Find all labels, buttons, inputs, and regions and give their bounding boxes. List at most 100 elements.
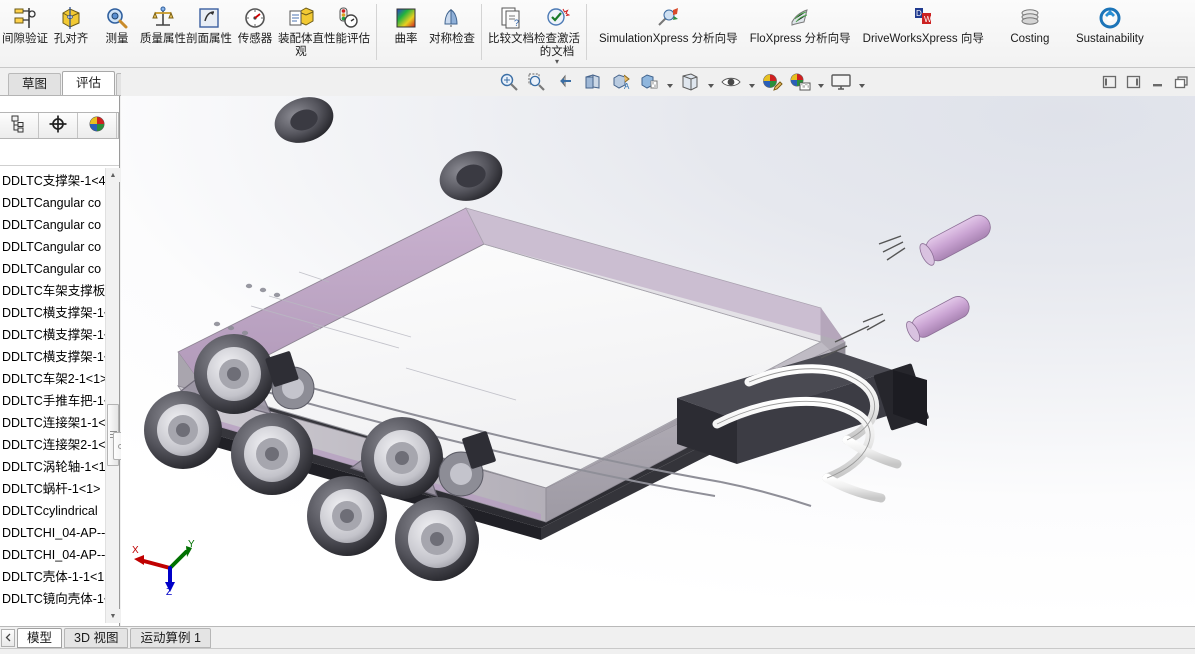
list-item[interactable]: DDLTC手推车把-1<: [0, 390, 105, 412]
solidworks-window: 间隙验证 孔对齐 测量 质量属性 剖面属性 传感器 装配体直观 性能评估 曲率 …: [0, 0, 1195, 654]
hide-show-items-button[interactable]: [677, 71, 703, 95]
tab-sketch[interactable]: 草图: [8, 73, 62, 95]
list-item[interactable]: DDLTC车架支撑板-: [0, 280, 105, 302]
view-settings-caret-icon[interactable]: [746, 71, 757, 95]
graphics-viewport[interactable]: X Y Z: [121, 96, 1195, 626]
curvature-button[interactable]: 曲率: [383, 2, 429, 62]
display-manager-tab[interactable]: [78, 113, 117, 138]
apply-scene-caret-icon[interactable]: [815, 71, 826, 95]
svg-text:A: A: [624, 82, 630, 91]
feature-tree-scrollbar[interactable]: ▲ ▼: [105, 168, 120, 623]
section-view-button[interactable]: [580, 71, 606, 95]
floxpress-button[interactable]: FloXpress 分析向导: [744, 2, 857, 62]
chevron-down-icon[interactable]: ▾: [555, 58, 559, 66]
list-item[interactable]: DDLTC蜗杆-1<1>: [0, 478, 105, 500]
sustainability-icon: [1097, 5, 1123, 31]
costing-icon: [1017, 5, 1043, 31]
tab-motion-study-1[interactable]: 运动算例 1: [130, 627, 211, 648]
list-item[interactable]: DDLTCHI_04-AP--: [0, 522, 105, 544]
hide-show-caret-icon[interactable]: [705, 71, 716, 95]
scroll-up-arrow[interactable]: ▲: [106, 168, 120, 182]
zoom-to-area-icon: [527, 72, 547, 95]
list-item[interactable]: DDLTC连接架2-1<: [0, 434, 105, 456]
clearance-verification-icon: [12, 5, 38, 31]
assembly-visualization-button[interactable]: 装配体直观: [278, 2, 324, 62]
display-style-caret-icon[interactable]: [664, 71, 675, 95]
clearance-verification-button[interactable]: 间隙验证: [2, 2, 48, 62]
scroll-left-icon: [4, 631, 13, 645]
tab-scroll-left-button[interactable]: [1, 628, 15, 647]
feature-tree-list[interactable]: DDLTC支撑架-1<4 DDLTCangular co DDLTCangula…: [0, 168, 105, 623]
list-item[interactable]: DDLTC壳体-1-1<1: [0, 566, 105, 588]
feature-manager-tree-icon: [9, 114, 29, 137]
section-properties-button[interactable]: 剖面属性: [186, 2, 232, 62]
feature-manager-tree-tab[interactable]: [0, 113, 39, 138]
display-style-button[interactable]: [636, 71, 662, 95]
list-item[interactable]: DDLTC涡轮轴-1<1: [0, 456, 105, 478]
ribbon-group-document-tools: ? 比较文档 检查激活的文档 ▾: [486, 0, 582, 68]
minimize-button[interactable]: [1147, 73, 1167, 93]
list-item[interactable]: DDLTCangular co: [0, 258, 105, 280]
cart-assembly-model: [144, 97, 991, 581]
sensor-label: 传感器: [237, 33, 273, 45]
performance-evaluation-button[interactable]: 性能评估: [324, 2, 370, 62]
measure-icon: [104, 5, 130, 31]
floxpress-icon: [787, 5, 813, 31]
ribbon-separator-3: [586, 4, 587, 60]
list-item[interactable]: DDLTC横支撑架-1<: [0, 324, 105, 346]
edit-appearance-button[interactable]: [759, 71, 785, 95]
list-item[interactable]: DDLTCangular co: [0, 192, 105, 214]
ribbon-group-evaluate-tools-2: 曲率 对称检查: [381, 0, 477, 68]
list-item[interactable]: DDLTC横支撑架-1<: [0, 302, 105, 324]
scroll-down-arrow[interactable]: ▼: [106, 609, 120, 623]
status-bar: [0, 648, 1195, 654]
tab-3d-views[interactable]: 3D 视图: [64, 627, 129, 648]
curvature-label: 曲率: [394, 33, 418, 45]
list-item[interactable]: DDLTCangular co: [0, 236, 105, 258]
measure-button[interactable]: 测量: [94, 2, 140, 62]
driveworksxpress-button[interactable]: D W DriveWorksXpress 向导: [857, 2, 990, 62]
display-manager-icon: [87, 114, 107, 137]
list-item[interactable]: DDLTC车架2-1<1>: [0, 368, 105, 390]
previous-view-button[interactable]: [552, 71, 578, 95]
list-item[interactable]: DDLTCHI_04-AP--: [0, 544, 105, 566]
zoom-to-area-button[interactable]: [524, 71, 550, 95]
apply-scene-button[interactable]: [787, 71, 813, 95]
compare-documents-label: 比较文档: [488, 33, 534, 45]
sustainability-button[interactable]: Sustainability: [1070, 2, 1150, 62]
hole-alignment-icon: [58, 5, 84, 31]
handle-grips: [906, 214, 991, 342]
zoom-to-fit-button[interactable]: [496, 71, 522, 95]
compare-documents-button[interactable]: ? 比较文档: [488, 2, 534, 62]
mass-properties-button[interactable]: 质量属性: [140, 2, 186, 62]
viewport-layout-caret-icon[interactable]: [856, 71, 867, 95]
sensor-button[interactable]: 传感器: [232, 2, 278, 62]
check-active-document-label: 检查激活的文档: [534, 33, 580, 58]
floxpress-label: FloXpress 分析向导: [749, 33, 851, 45]
view-toolbar: A: [121, 70, 1195, 96]
tab-evaluate[interactable]: 评估: [62, 71, 116, 95]
tab-model[interactable]: 模型: [17, 627, 63, 648]
symmetry-check-button[interactable]: 对称检查: [429, 2, 475, 62]
list-item[interactable]: DDLTC横支撑架-1<: [0, 346, 105, 368]
restore-left-button[interactable]: [1099, 73, 1119, 93]
viewport-layout-button[interactable]: [828, 71, 854, 95]
list-item[interactable]: DDLTC连接架1-1<: [0, 412, 105, 434]
hole-alignment-button[interactable]: 孔对齐: [48, 2, 94, 62]
check-active-document-button[interactable]: 检查激活的文档 ▾: [534, 2, 580, 66]
restore-right-button[interactable]: [1123, 73, 1143, 93]
list-item[interactable]: DDLTC镜向壳体-1<: [0, 588, 105, 610]
curvature-icon: [393, 5, 419, 31]
view-orientation-button[interactable]: A: [608, 71, 634, 95]
property-manager-tab[interactable]: [39, 113, 78, 138]
simulationxpress-button[interactable]: SimulationXpress 分析向导: [593, 2, 744, 62]
triad-z-label: Z: [166, 587, 172, 596]
view-settings-button[interactable]: [718, 71, 744, 95]
restore-window-button[interactable]: [1171, 73, 1191, 93]
list-item[interactable]: DDLTC支撑架-1<4: [0, 170, 105, 192]
property-manager-icon: [48, 114, 68, 137]
costing-button[interactable]: Costing: [990, 2, 1070, 62]
coordinate-triad: X Y Z: [130, 538, 196, 598]
list-item[interactable]: DDLTCangular co: [0, 214, 105, 236]
list-item[interactable]: DDLTCcylindrical: [0, 500, 105, 522]
